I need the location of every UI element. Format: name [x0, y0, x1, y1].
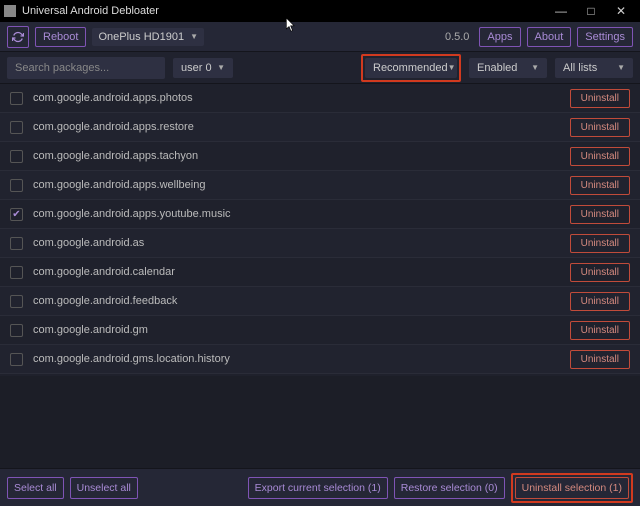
footer-bar: Select all Unselect all Export current s…: [0, 468, 640, 506]
uninstall-button[interactable]: Uninstall: [570, 205, 630, 224]
export-selection-button[interactable]: Export current selection (1): [248, 477, 388, 499]
about-button[interactable]: About: [527, 27, 572, 47]
package-checkbox[interactable]: [10, 324, 23, 337]
highlight-recommended: Recommended▼: [361, 54, 461, 82]
package-name: com.google.android.apps.youtube.music: [33, 208, 560, 220]
uninstall-button[interactable]: Uninstall: [570, 321, 630, 340]
chevron-down-icon: ▼: [217, 63, 225, 72]
chevron-down-icon: ▼: [448, 63, 456, 72]
device-name: OnePlus HD1901: [98, 31, 184, 43]
version-label: 0.5.0: [445, 31, 469, 43]
chevron-down-icon: ▼: [531, 63, 539, 72]
package-name: com.google.android.calendar: [33, 266, 560, 278]
device-select[interactable]: OnePlus HD1901 ▼: [92, 28, 204, 46]
titlebar: Universal Android Debloater — □ ✕: [0, 0, 640, 22]
package-checkbox[interactable]: [10, 266, 23, 279]
package-row[interactable]: com.google.android.apps.wellbeing Uninsta…: [0, 171, 640, 200]
unselect-all-button[interactable]: Unselect all: [70, 477, 138, 499]
package-checkbox[interactable]: [10, 353, 23, 366]
package-checkbox[interactable]: [10, 237, 23, 250]
select-all-button[interactable]: Select all: [7, 477, 64, 499]
package-checkbox[interactable]: [10, 92, 23, 105]
package-row[interactable]: com.google.android.as Uninstall: [0, 229, 640, 258]
maximize-button[interactable]: □: [576, 0, 606, 22]
search-input[interactable]: [7, 57, 165, 79]
package-name: com.google.android.feedback: [33, 295, 560, 307]
package-list: com.google.android.apps.photosUninstallc…: [0, 84, 640, 376]
package-name: com.google.android.gms.location.history: [33, 353, 560, 365]
chevron-down-icon: ▼: [617, 63, 625, 72]
highlight-uninstall: Uninstall selection (1): [511, 473, 633, 503]
minimize-button[interactable]: —: [546, 0, 576, 22]
uninstall-button[interactable]: Uninstall: [570, 263, 630, 282]
filter-bar: user 0▼ Recommended▼ Enabled▼ All lists▼: [0, 52, 640, 84]
package-name: com.google.android.apps.photos: [33, 92, 560, 104]
package-row[interactable]: com.google.android.gm Uninstall: [0, 316, 640, 345]
lists-select[interactable]: All lists▼: [555, 58, 633, 78]
package-name: com.google.android.apps.restore: [33, 121, 560, 133]
uninstall-button[interactable]: Uninstall: [570, 292, 630, 311]
reboot-button[interactable]: Reboot: [35, 27, 86, 47]
uninstall-button[interactable]: Uninstall: [570, 89, 630, 108]
settings-button[interactable]: Settings: [577, 27, 633, 47]
empty-area: [0, 376, 640, 468]
package-row[interactable]: com.google.android.calendar Uninstall: [0, 258, 640, 287]
package-row[interactable]: com.google.android.gms.location.history U…: [0, 345, 640, 374]
uninstall-button[interactable]: Uninstall: [570, 176, 630, 195]
uninstall-selection-button[interactable]: Uninstall selection (1): [515, 477, 629, 499]
user-select[interactable]: user 0▼: [173, 58, 233, 78]
window-title: Universal Android Debloater: [22, 5, 546, 17]
package-checkbox[interactable]: [10, 295, 23, 308]
package-checkbox[interactable]: [10, 208, 23, 221]
enabled-select[interactable]: Enabled▼: [469, 58, 547, 78]
restore-selection-button[interactable]: Restore selection (0): [394, 477, 505, 499]
close-button[interactable]: ✕: [606, 0, 636, 22]
app-icon: [4, 5, 16, 17]
package-checkbox[interactable]: [10, 150, 23, 163]
package-name: com.google.android.apps.wellbeing: [33, 179, 560, 191]
uninstall-button[interactable]: Uninstall: [570, 147, 630, 166]
recommended-select[interactable]: Recommended▼: [365, 58, 457, 78]
apps-button[interactable]: Apps: [479, 27, 520, 47]
package-row[interactable]: com.google.android.apps.youtube.music Uni…: [0, 200, 640, 229]
package-name: com.google.android.gm: [33, 324, 560, 336]
package-checkbox[interactable]: [10, 179, 23, 192]
refresh-icon: [12, 31, 24, 43]
uninstall-button[interactable]: Uninstall: [570, 234, 630, 253]
package-checkbox[interactable]: [10, 121, 23, 134]
package-row[interactable]: com.google.android.apps.tachyon Uninstall: [0, 142, 640, 171]
refresh-button[interactable]: [7, 26, 29, 48]
uninstall-button[interactable]: Uninstall: [570, 350, 630, 369]
toolbar: Reboot OnePlus HD1901 ▼ 0.5.0 Apps About…: [0, 22, 640, 52]
package-row[interactable]: com.google.android.apps.restore Uninstall: [0, 113, 640, 142]
package-name: com.google.android.as: [33, 237, 560, 249]
package-row[interactable]: com.google.android.feedback Uninstall: [0, 287, 640, 316]
package-row[interactable]: com.google.android.apps.photos Uninstall: [0, 84, 640, 113]
uninstall-button[interactable]: Uninstall: [570, 118, 630, 137]
chevron-down-icon: ▼: [190, 32, 198, 41]
package-name: com.google.android.apps.tachyon: [33, 150, 560, 162]
